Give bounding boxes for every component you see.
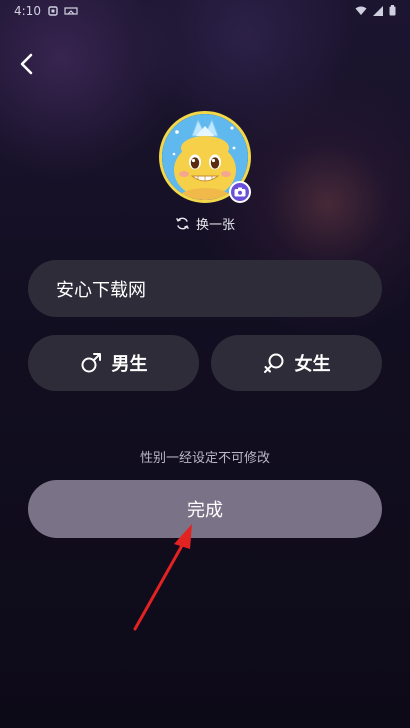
refresh-icon xyxy=(176,217,189,230)
male-icon xyxy=(81,353,101,373)
gender-hint: 性别一经设定不可修改 xyxy=(139,451,270,466)
status-time: 4:10 xyxy=(14,4,41,18)
cast-icon xyxy=(64,5,78,15)
male-option[interactable]: 男生 xyxy=(28,335,199,391)
male-label: 男生 xyxy=(111,354,148,375)
done-button[interactable]: 完成 xyxy=(28,480,382,538)
signal-icon xyxy=(373,5,383,16)
female-icon xyxy=(263,353,283,373)
notification-icon xyxy=(48,5,58,16)
female-option[interactable]: 女生 xyxy=(211,335,382,391)
camera-icon xyxy=(234,187,246,197)
nickname-value: 安心下载网 xyxy=(56,279,146,301)
status-bar: 4:10 xyxy=(0,0,410,24)
female-label: 女生 xyxy=(294,354,331,375)
avatar-container[interactable] xyxy=(159,111,251,203)
back-icon xyxy=(20,53,33,75)
status-right-icons xyxy=(355,5,396,16)
wifi-icon xyxy=(355,5,367,15)
done-label: 完成 xyxy=(187,500,223,521)
nickname-input[interactable]: 安心下载网 xyxy=(28,260,382,317)
status-left-icons xyxy=(48,5,78,16)
battery-icon xyxy=(389,5,396,16)
change-avatar-label: 换一张 xyxy=(195,218,235,233)
back-button[interactable] xyxy=(14,50,42,78)
change-avatar-button[interactable]: 换一张 xyxy=(0,214,410,233)
camera-button[interactable] xyxy=(229,181,251,203)
